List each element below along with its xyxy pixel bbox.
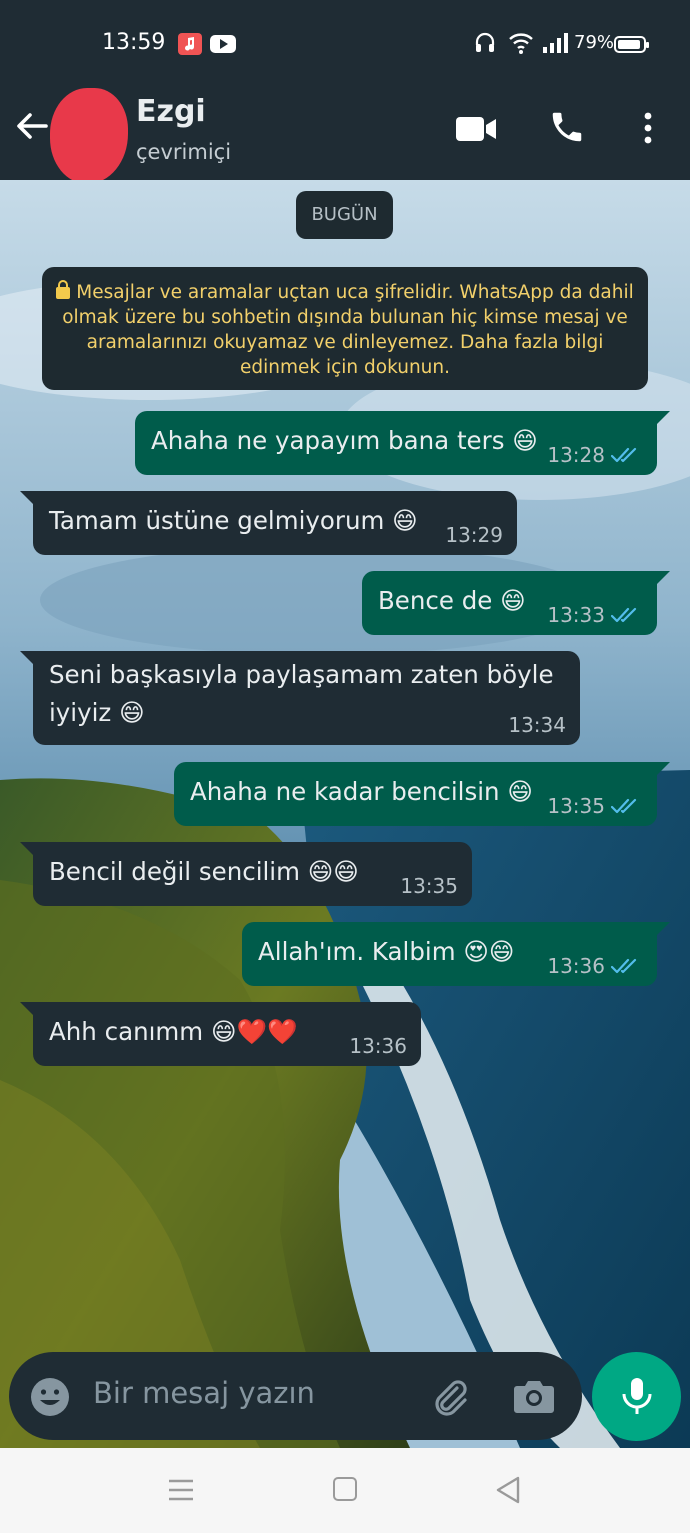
message-time: 13:35 (547, 794, 605, 818)
message-text-line-2: iyiyiz 😄 (49, 698, 145, 727)
battery-icon (614, 36, 649, 53)
message-meta: 13:34 (508, 713, 566, 737)
message-time: 13:29 (445, 523, 503, 547)
battery-percent: 79% (574, 32, 615, 53)
message-time: 13:36 (349, 1034, 407, 1058)
double-check-icon (611, 798, 637, 814)
music-app-icon (178, 33, 202, 55)
arrow-left-icon[interactable] (10, 104, 54, 148)
message-time: 13:28 (547, 443, 605, 467)
more-vertical-icon[interactable] (632, 108, 664, 148)
message-meta: 13:28 (547, 443, 643, 467)
microphone-icon (622, 1378, 652, 1414)
message-meta: 13:36 (547, 954, 643, 978)
message-text-line-1: Seni başkasıyla paylaşamam zaten böyle (49, 660, 554, 689)
message-meta: 13:35 (547, 794, 643, 818)
message-bubble-incoming[interactable]: Tamam üstüne gelmiyorum 😄 13:29 (20, 491, 517, 555)
smiley-icon[interactable] (29, 1376, 71, 1418)
message-meta: 13:36 (349, 1034, 407, 1058)
status-time: 13:59 (102, 30, 166, 55)
contact-status: çevrimiçi (136, 140, 232, 164)
double-check-icon (611, 447, 637, 463)
message-bubble-outgoing[interactable]: Bence de 😄 13:33 (362, 571, 670, 635)
wifi-icon (508, 31, 534, 55)
message-bubble-outgoing[interactable]: Ahaha ne kadar bencilsin 😄 13:35 (174, 762, 670, 826)
double-check-icon (611, 958, 637, 974)
message-bubble-outgoing[interactable]: Allah'ım. Kalbim 😍😄 13:36 (242, 922, 670, 986)
message-time: 13:33 (547, 603, 605, 627)
microphone-button[interactable] (592, 1352, 681, 1441)
message-composer: Bir mesaj yazın (9, 1352, 582, 1440)
avatar[interactable] (50, 88, 128, 184)
system-nav-bar (0, 1448, 690, 1533)
signal-icon (542, 32, 570, 54)
message-time: 13:36 (547, 954, 605, 978)
message-time: 13:35 (400, 874, 458, 898)
recent-apps-icon[interactable] (168, 1478, 194, 1502)
phone-icon[interactable] (548, 108, 586, 146)
message-bubble-incoming[interactable]: Bencil değil sencilim 😄😄 13:35 (20, 842, 472, 906)
home-icon[interactable] (333, 1477, 357, 1501)
message-meta: 13:35 (400, 874, 458, 898)
chat-header: Ezgi çevrimiçi (0, 74, 690, 184)
date-chip: BUGÜN (296, 191, 393, 239)
message-meta: 13:33 (547, 603, 643, 627)
nav-back-icon[interactable] (495, 1476, 521, 1504)
status-bar: 13:59 79% (0, 0, 690, 74)
message-time: 13:34 (508, 713, 566, 737)
message-text: Bencil değil sencilim 😄😄 (49, 857, 359, 886)
contact-name[interactable]: Ezgi (136, 94, 206, 129)
message-bubble-incoming[interactable]: Ahh canımm 😄❤️❤️ 13:36 (20, 1002, 421, 1066)
message-input[interactable]: Bir mesaj yazın (93, 1376, 315, 1410)
encryption-notice-text: Mesajlar ve aramalar uçtan uca şifrelidi… (62, 282, 634, 378)
headset-icon (474, 32, 496, 54)
message-text: Tamam üstüne gelmiyorum 😄 (49, 506, 418, 535)
message-meta: 13:29 (445, 523, 503, 547)
paperclip-icon[interactable] (427, 1374, 473, 1420)
camera-icon[interactable] (513, 1376, 555, 1416)
message-bubble-outgoing[interactable]: Ahaha ne yapayım bana ters 😄 13:28 (135, 411, 670, 475)
message-bubble-incoming[interactable]: Seni başkasıyla paylaşamam zaten böyle i… (20, 651, 580, 745)
lock-icon (56, 280, 71, 299)
youtube-app-icon (210, 35, 236, 53)
encryption-notice[interactable]: Mesajlar ve aramalar uçtan uca şifrelidi… (42, 267, 648, 390)
video-camera-icon[interactable] (454, 112, 498, 146)
double-check-icon (611, 607, 637, 623)
